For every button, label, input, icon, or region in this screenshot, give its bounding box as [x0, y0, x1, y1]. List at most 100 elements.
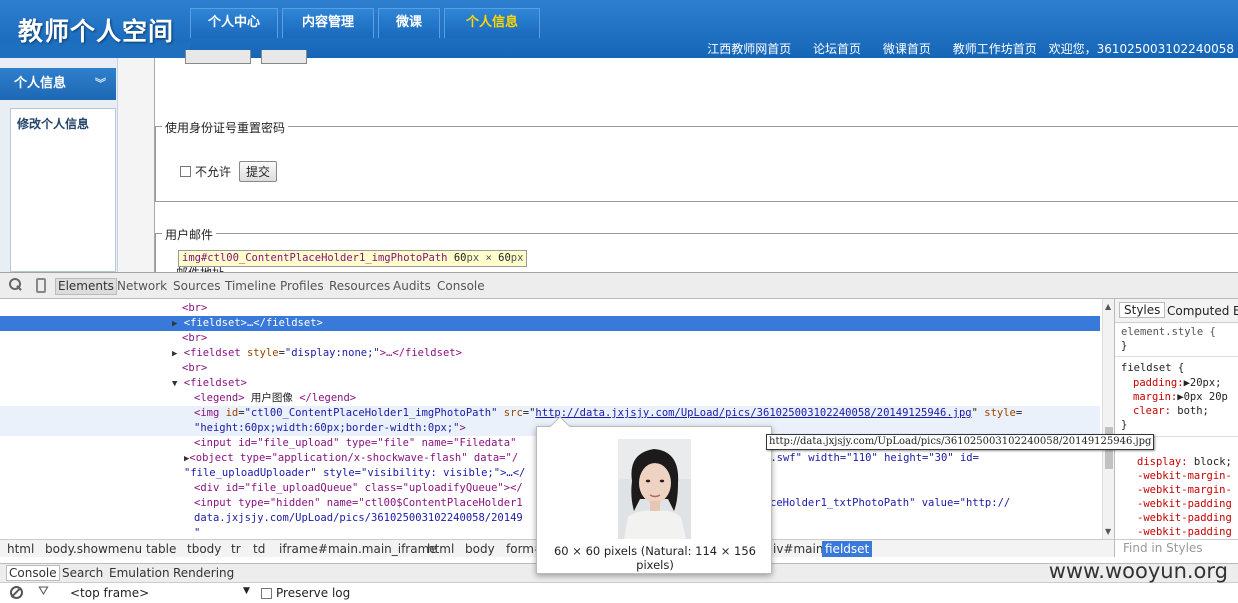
dom-line[interactable]: <br> — [0, 331, 1100, 346]
dom-line[interactable]: ▼ <fieldset> — [0, 376, 1100, 391]
nav-tab-personal-info[interactable]: 个人信息 — [444, 8, 540, 38]
nav-tab-personal-center[interactable]: 个人中心 — [190, 8, 278, 38]
dom-value: " — [194, 527, 201, 539]
nav-tab-microcourse[interactable]: 微课 — [378, 8, 440, 38]
device-mode-icon[interactable] — [36, 278, 46, 293]
tab-computed[interactable]: Computed — [1167, 304, 1229, 318]
dom-value: "file_uploadUploader" style="visibility:… — [184, 467, 526, 479]
breadcrumb-item[interactable]: iframe#main.main_iframe — [276, 541, 440, 557]
search-icon-handle — [16, 285, 22, 291]
drawer-tab-console[interactable]: Console — [6, 565, 60, 581]
main-content: 使用身份证号重置密码 不允许 提交 用户邮件 邮件地址 — [118, 50, 1238, 272]
link-forum-home[interactable]: 论坛首页 — [813, 42, 861, 56]
rule-selector[interactable]: fieldset { — [1121, 361, 1184, 375]
tab-resources[interactable]: Resources — [329, 279, 390, 293]
dom-attr: src — [503, 407, 523, 419]
tab-styles[interactable]: Styles — [1119, 302, 1166, 318]
element-highlight-tooltip: img#ctl00_ContentPlaceHolder1_imgPhotoPa… — [178, 250, 528, 267]
devtools-toolbar: Elements Network Sources Timeline Profil… — [0, 273, 1238, 299]
breadcrumb-item[interactable]: html — [4, 541, 37, 557]
tab-network[interactable]: Network — [117, 279, 167, 293]
dom-tag: </legend> — [299, 392, 357, 404]
dom-attr: style — [246, 347, 279, 359]
breadcrumb-item[interactable]: td — [250, 541, 268, 557]
preserve-log-checkbox[interactable] — [261, 588, 272, 599]
rule-selector[interactable]: element.style { — [1121, 325, 1216, 339]
breadcrumb-item[interactable]: body.showmenu — [42, 541, 145, 557]
frame-select[interactable]: <top frame> — [70, 586, 149, 600]
scroll-up-icon[interactable]: ▲ — [1105, 302, 1111, 311]
allow-checkbox[interactable] — [180, 166, 191, 177]
clipped-button[interactable] — [261, 50, 307, 64]
fieldset-legend: 使用身份证号重置密码 — [162, 119, 289, 136]
breadcrumb-item[interactable]: tr — [228, 541, 244, 557]
tab-audits[interactable]: Audits — [393, 279, 431, 293]
dom-tag: <br> — [182, 332, 208, 344]
prop-name: -webkit-padding — [1137, 526, 1232, 538]
dom-tag: <object type="application/x-shockwave-fl… — [189, 452, 519, 464]
drawer-tab-emulation[interactable]: Emulation — [109, 566, 170, 580]
dom-tag: <input type="hidden" name="ctl00$Content… — [194, 497, 523, 509]
highlight-width: 60 — [453, 252, 467, 264]
drawer-tab-rendering[interactable]: Rendering — [173, 566, 234, 580]
sidebar-panel: 修改个人信息 — [10, 108, 116, 272]
dom-line[interactable]: <br> — [0, 361, 1100, 376]
dom-line[interactable]: ▶ <fieldset style="display:none;">…</fie… — [0, 346, 1100, 361]
prop-value: block; — [1193, 456, 1232, 468]
link-jx-teacher-home[interactable]: 江西教师网首页 — [707, 42, 791, 56]
breadcrumb-item-selected[interactable]: fieldset — [822, 541, 873, 557]
dom-tag: >…</fieldset> — [379, 347, 462, 359]
dom-line[interactable]: <br> — [0, 301, 1100, 316]
submit-button[interactable]: 提交 — [239, 161, 278, 182]
breadcrumb-item[interactable]: iv#main — [770, 541, 826, 557]
dom-line-selected[interactable]: ▶ <fieldset>…</fieldset> — [0, 316, 1100, 331]
dom-tag: </fieldset> — [253, 317, 323, 329]
nav-tab-content-management[interactable]: 内容管理 — [282, 8, 374, 38]
collapse-triangle-icon[interactable]: ▼ — [172, 379, 177, 389]
style-prop[interactable]: clear: both; — [1133, 404, 1209, 418]
breadcrumb-item[interactable]: body — [462, 541, 498, 557]
scroll-down-icon[interactable]: ▼ — [1105, 527, 1111, 536]
breadcrumb-item[interactable]: tbody — [184, 541, 224, 557]
dom-tag: <legend> — [194, 392, 245, 404]
dom-line-hovered[interactable]: <img id="ctl00_ContentPlaceHolder1_imgPh… — [0, 406, 1100, 421]
style-prop[interactable]: padding:▶20px; — [1133, 376, 1222, 390]
tab-timeline[interactable]: Timeline — [225, 279, 276, 293]
dom-line[interactable]: <legend> 用户图像 </legend> — [0, 391, 1100, 406]
tab-sources[interactable]: Sources — [173, 279, 220, 293]
tab-console[interactable]: Console — [437, 279, 485, 293]
styles-tabs: Styles Computed E — [1115, 299, 1238, 323]
clipped-button[interactable] — [185, 50, 251, 64]
dom-src-link[interactable]: http://data.jxjsjy.com/UpLoad/pics/36102… — [535, 407, 971, 419]
link-microcourse-home[interactable]: 微课首页 — [883, 42, 931, 56]
dom-tag: <fieldset> — [183, 317, 247, 329]
style-prop[interactable]: margin:▶0px 20p — [1133, 390, 1228, 404]
dom-tag: <div id="file_uploadQueue" class="upload… — [194, 482, 523, 494]
expand-triangle-icon[interactable]: ▶ — [172, 319, 177, 329]
link-workshop-home[interactable]: 教师工作坊首页 — [953, 42, 1037, 56]
breadcrumb-item[interactable]: table — [143, 541, 179, 557]
sidebar-item-edit-profile[interactable]: 修改个人信息 — [17, 115, 89, 132]
tab-elements[interactable]: Elements — [55, 278, 117, 295]
dom-value: "ctl00_ContentPlaceHolder1_imgPhotoPath" — [244, 407, 498, 419]
dom-text: 用户图像 — [244, 392, 300, 404]
highlight-times: × — [485, 252, 492, 264]
dom-attr: id — [225, 407, 239, 419]
filter-icon[interactable]: ⛛ — [38, 584, 49, 599]
sidebar-header[interactable]: 个人信息 ︾ — [0, 68, 116, 100]
drawer-tab-search[interactable]: Search — [62, 566, 103, 580]
tab-event-listeners[interactable]: E — [1233, 304, 1238, 318]
site-logo: 教师个人空间 — [18, 17, 175, 46]
chevron-down-icon[interactable]: ▼ — [243, 586, 250, 596]
highlight-height: 60 — [498, 252, 511, 264]
find-in-styles-input[interactable]: Find in Styles — [1114, 539, 1238, 557]
rule-close: } — [1121, 340, 1128, 352]
highlight-unit: px — [466, 252, 480, 264]
tab-profiles[interactable]: Profiles — [280, 279, 324, 293]
chevron-double-down-icon[interactable]: ︾ — [95, 68, 106, 100]
expand-triangle-icon[interactable]: ▶ — [172, 349, 177, 359]
prop-value: ▶20px; — [1183, 377, 1222, 389]
dom-scrollbar[interactable]: ▲ ▼ — [1102, 299, 1114, 539]
breadcrumb-item[interactable]: html — [424, 541, 457, 557]
dom-value: data.jxjsjy.com/UpLoad/pics/361025003102… — [194, 512, 523, 524]
